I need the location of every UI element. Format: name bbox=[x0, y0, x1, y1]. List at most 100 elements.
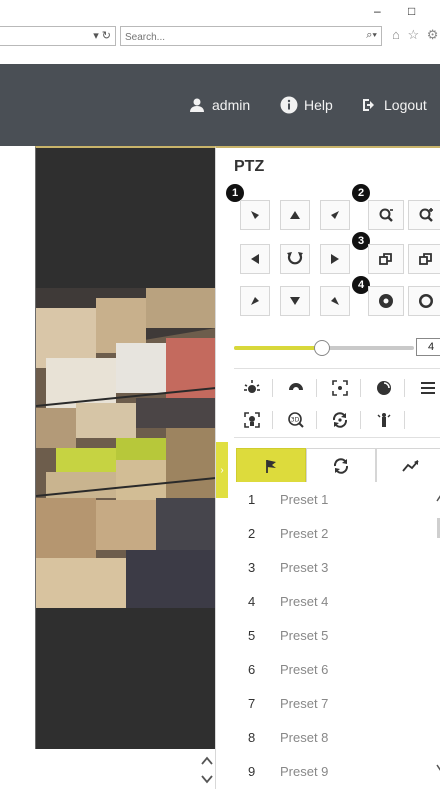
iris-close-icon bbox=[379, 294, 393, 308]
browser-toolbar-icons[interactable]: ⌂ ☆ ⚙ bbox=[392, 27, 440, 43]
search-controls[interactable]: ⌕▾ bbox=[366, 29, 377, 42]
preset-number: 1 bbox=[248, 491, 256, 507]
sync-icon bbox=[332, 412, 348, 428]
separator bbox=[404, 411, 405, 429]
browser-address-bar: ▾ ↻ ⌕▾ ⌂ ☆ ⚙ bbox=[0, 26, 440, 50]
preset-number: 5 bbox=[248, 627, 256, 643]
preset-row[interactable]: 8 Preset 8 bbox=[236, 720, 436, 754]
iris-close-button[interactable] bbox=[368, 286, 404, 316]
arrow-left-icon bbox=[251, 254, 259, 264]
page-scroll-controls[interactable] bbox=[198, 752, 216, 788]
info-icon bbox=[280, 96, 298, 114]
auto-pan-button[interactable] bbox=[280, 244, 310, 274]
preset-row[interactable]: 9 Preset 9 bbox=[236, 754, 436, 788]
preset-number: 4 bbox=[248, 593, 256, 609]
browser-titlebar: – □ bbox=[0, 0, 440, 22]
focus-far-button[interactable] bbox=[408, 244, 440, 274]
lens-init-button[interactable] bbox=[366, 375, 402, 401]
zoom-in-button[interactable] bbox=[408, 200, 440, 230]
panel-collapse-handle[interactable]: › bbox=[216, 442, 228, 498]
more-menu-button[interactable] bbox=[410, 375, 440, 401]
separator bbox=[272, 411, 273, 429]
patrol-icon bbox=[333, 457, 349, 474]
preset-number: 6 bbox=[248, 661, 256, 677]
maximize-button[interactable]: □ bbox=[408, 4, 415, 18]
ptz-tab-bar bbox=[236, 448, 440, 482]
3d-positioning-button[interactable]: 3D bbox=[278, 407, 314, 433]
live-view-area[interactable] bbox=[35, 146, 216, 749]
focus-far-icon bbox=[419, 253, 432, 265]
separator bbox=[404, 379, 405, 397]
auto-focus-button[interactable] bbox=[322, 375, 358, 401]
search-input[interactable] bbox=[121, 28, 321, 47]
search-field[interactable]: ⌕▾ bbox=[120, 26, 382, 47]
tilt-up-button[interactable] bbox=[280, 200, 310, 230]
preset-row[interactable]: 2 Preset 2 bbox=[236, 516, 436, 550]
preset-number: 9 bbox=[248, 763, 256, 779]
tab-patrols[interactable] bbox=[306, 448, 376, 482]
park-icon bbox=[377, 413, 391, 427]
arrow-up-icon bbox=[290, 211, 300, 219]
iris-open-button[interactable] bbox=[408, 286, 440, 316]
flag-icon bbox=[266, 459, 276, 473]
one-touch-park-button[interactable] bbox=[366, 407, 402, 433]
user-name: admin bbox=[212, 97, 251, 113]
light-button[interactable] bbox=[234, 375, 270, 401]
screen: – □ ▾ ↻ ⌕▾ ⌂ ☆ ⚙ admin Help bbox=[0, 0, 440, 789]
arrow-up-right-icon bbox=[331, 211, 339, 219]
minimize-button[interactable]: – bbox=[374, 4, 381, 18]
logout-link[interactable]: Logout bbox=[360, 96, 427, 114]
zoom-out-button[interactable] bbox=[368, 200, 404, 230]
url-field[interactable]: ▾ ↻ bbox=[0, 26, 116, 46]
arrow-down-left-icon bbox=[251, 297, 259, 305]
preset-number: 3 bbox=[248, 559, 256, 575]
preset-row[interactable]: 6 Preset 6 bbox=[236, 652, 436, 686]
preset-row[interactable]: 5 Preset 5 bbox=[236, 618, 436, 652]
preset-row[interactable]: 1 Preset 1 bbox=[236, 482, 436, 516]
svg-text:3D: 3D bbox=[291, 417, 300, 424]
menu-icon bbox=[421, 382, 435, 394]
one-touch-patrol-button[interactable] bbox=[322, 407, 358, 433]
help-link[interactable]: Help bbox=[280, 96, 333, 114]
ptz-speed-slider[interactable] bbox=[234, 340, 414, 356]
preset-list-scrollbar[interactable] bbox=[436, 482, 440, 789]
live-video-feed[interactable] bbox=[36, 288, 216, 608]
pan-up-right-button[interactable] bbox=[320, 200, 350, 230]
pan-up-left-button[interactable] bbox=[240, 200, 270, 230]
help-label: Help bbox=[304, 97, 333, 113]
url-controls[interactable]: ▾ ↻ bbox=[93, 29, 111, 42]
separator bbox=[272, 379, 273, 397]
focus-near-button[interactable] bbox=[368, 244, 404, 274]
preset-name: Preset 5 bbox=[280, 627, 329, 643]
speed-slider-thumb[interactable] bbox=[314, 340, 331, 356]
user-menu[interactable]: admin bbox=[188, 96, 250, 114]
preset-name: Preset 6 bbox=[280, 661, 329, 677]
preset-list: 1 Preset 1 2 Preset 2 3 Preset 3 4 Preset 4 5 Pre… bbox=[236, 482, 440, 789]
3d-zoom-icon: 3D bbox=[288, 412, 304, 428]
speed-value: 4 bbox=[416, 338, 440, 356]
preset-row[interactable]: 7 Preset 7 bbox=[236, 686, 436, 720]
zoom-in-icon bbox=[419, 208, 433, 222]
pan-right-button[interactable] bbox=[320, 244, 350, 274]
preset-number: 7 bbox=[248, 695, 256, 711]
tab-presets[interactable] bbox=[236, 448, 306, 482]
pan-down-left-button[interactable] bbox=[240, 286, 270, 316]
logout-label: Logout bbox=[384, 97, 427, 113]
wiper-button[interactable] bbox=[278, 375, 314, 401]
arrow-down-icon bbox=[290, 297, 300, 305]
pan-down-right-button[interactable] bbox=[320, 286, 350, 316]
speed-slider-fill bbox=[234, 346, 323, 350]
preset-row[interactable]: 3 Preset 3 bbox=[236, 550, 436, 584]
separator bbox=[360, 411, 361, 429]
pan-left-button[interactable] bbox=[240, 244, 270, 274]
ptz-panel: PTZ 1 2 3 4 4 3D 1 Preset 1 2 Preset 2 3… bbox=[215, 146, 440, 789]
separator bbox=[316, 411, 317, 429]
tilt-down-button[interactable] bbox=[280, 286, 310, 316]
tab-patterns[interactable] bbox=[376, 448, 440, 482]
focus-near-icon bbox=[379, 253, 392, 265]
preset-name: Preset 3 bbox=[280, 559, 329, 575]
ptz-function-toolbar: 3D bbox=[234, 368, 440, 438]
preset-row[interactable]: 4 Preset 4 bbox=[236, 584, 436, 618]
auto-rotate-icon bbox=[287, 252, 303, 265]
manual-tracking-button[interactable] bbox=[234, 407, 270, 433]
